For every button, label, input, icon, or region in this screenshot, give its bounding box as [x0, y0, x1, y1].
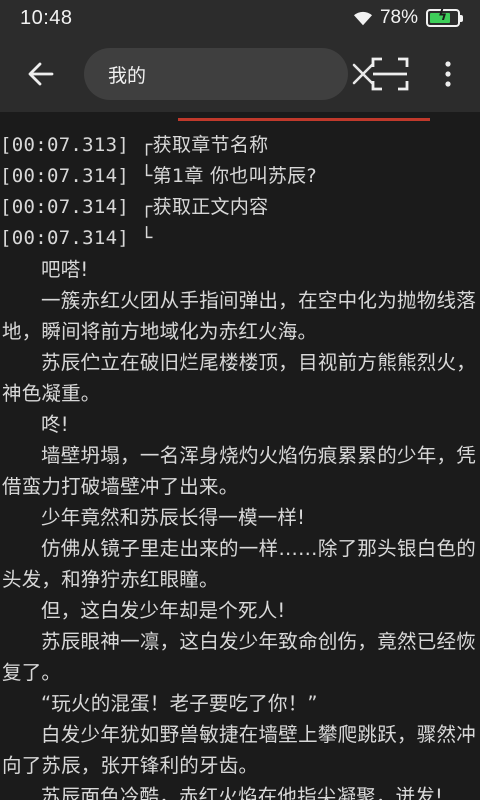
arrow-left-icon: [28, 62, 54, 86]
battery-percent: 78%: [379, 7, 418, 28]
log-line: [00:07.313] ┌获取章节名称: [0, 134, 269, 156]
back-button[interactable]: [8, 44, 74, 104]
paragraph: 墙壁坍塌，一名浑身烧灼火焰伤痕累累的少年，凭借蛮力打破墙壁冲了出来。: [2, 444, 476, 498]
paragraph: 白发少年犹如野兽敏捷在墙壁上攀爬跳跃，骤然冲向了苏辰，张开锋利的牙齿。: [2, 723, 476, 777]
chapter-text: 吧嗒! 一簇赤红火团从手指间弹出，在空中化为抛物线落地，瞬间将前方地域化为赤红火…: [0, 254, 480, 800]
status-time: 10:48: [20, 6, 73, 29]
paragraph: 苏辰伫立在破旧烂尾楼楼顶，目视前方熊熊烈火，神色凝重。: [2, 351, 476, 405]
scan-icon: [371, 57, 409, 91]
paragraph: 吧嗒!: [41, 258, 89, 281]
log-line: [00:07.314] └第1章 你也叫苏辰?: [0, 165, 317, 187]
more-vertical-icon: [445, 61, 451, 87]
log-line: [00:07.314] └: [0, 227, 153, 249]
paragraph: 苏辰面色冷酷，赤红火焰在他指尖凝聚，迸发!: [41, 785, 444, 800]
reader-content[interactable]: [00:07.313] ┌获取章节名称 [00:07.314] └第1章 你也叫…: [0, 112, 480, 800]
charging-bolt-icon: ϟ: [438, 8, 448, 24]
paragraph: 但，这白发少年却是个死人!: [41, 599, 286, 622]
cut-off-underline: [178, 118, 430, 121]
battery-icon: ϟ: [426, 8, 463, 27]
log-list: [00:07.313] ┌获取章节名称 [00:07.314] └第1章 你也叫…: [0, 130, 480, 254]
paragraph: “玩火的混蛋！老子要吃了你！”: [41, 692, 318, 715]
paragraph: 咚!: [41, 413, 69, 436]
toolbar: [0, 36, 480, 112]
paragraph: 仿佛从镜子里走出来的一样……除了那头银白色的头发，和狰狞赤红眼瞳。: [2, 537, 476, 591]
search-input[interactable]: [108, 63, 351, 85]
status-icons: 78% ϟ: [352, 7, 463, 29]
status-bar: 10:48 78% ϟ: [0, 0, 480, 36]
paragraph: 少年竟然和苏辰长得一模一样!: [41, 506, 306, 529]
log-line: [00:07.314] ┌获取正文内容: [0, 196, 269, 218]
paragraph: 苏辰眼神一凛，这白发少年致命创伤，竟然已经恢复了。: [2, 630, 476, 684]
wifi-icon: [353, 11, 372, 26]
search-box[interactable]: [84, 48, 374, 100]
scan-button[interactable]: [360, 44, 420, 104]
paragraph: 一簇赤红火团从手指间弹出，在空中化为抛物线落地，瞬间将前方地域化为赤红火海。: [2, 289, 476, 343]
more-options-button[interactable]: [428, 44, 468, 104]
